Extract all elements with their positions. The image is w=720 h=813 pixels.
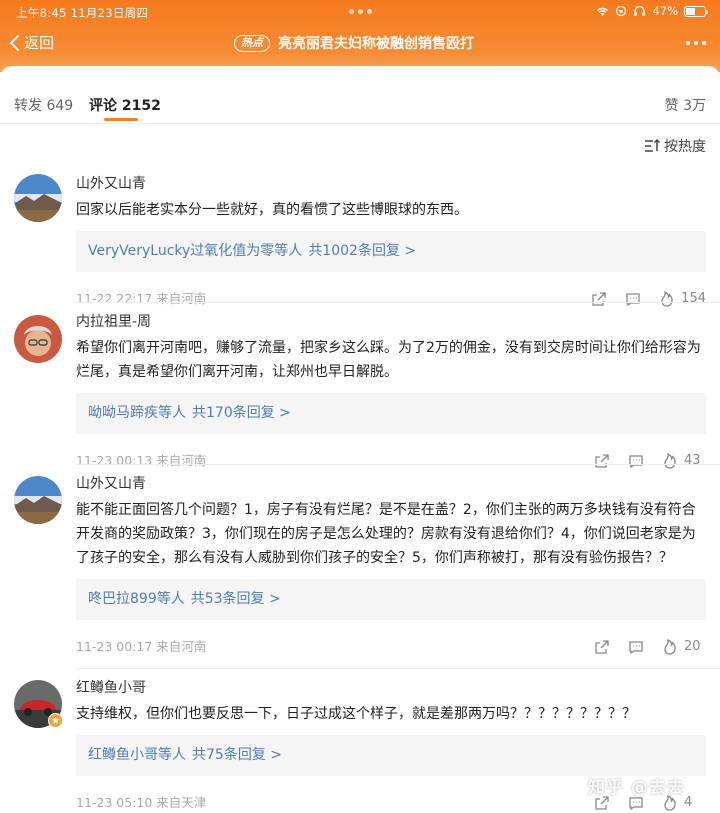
comment-icon bbox=[629, 455, 643, 469]
comment-time-location: 11-23 00:17 来自河南 bbox=[76, 639, 207, 654]
reply-summary[interactable]: VeryVeryLucky过氧化值为零等人 共1002条回复 > bbox=[76, 231, 706, 272]
reply-users: 呦呦马蹄疾等人 bbox=[88, 405, 186, 421]
comment-meta: 11-23 00:13 来自河南 43 bbox=[76, 451, 706, 471]
battery-icon bbox=[684, 5, 708, 17]
like-count: 20 bbox=[684, 639, 701, 654]
share-button[interactable] bbox=[594, 639, 610, 655]
comment-meta: 11-23 00:17 来自河南 20 bbox=[76, 637, 706, 657]
reply-count: 共53条回复 > bbox=[190, 591, 281, 607]
comment-username[interactable]: 红鳟鱼小哥 bbox=[76, 678, 706, 698]
title-text: 亮亮丽君夫妇称被融创销售殴打 bbox=[278, 36, 474, 52]
comment-username[interactable]: 山外又山青 bbox=[76, 174, 706, 194]
comment-icon bbox=[629, 641, 643, 655]
tab-repost[interactable]: 转发 649 bbox=[14, 95, 73, 115]
like-count: 154 bbox=[681, 291, 706, 306]
comment-time-location: 11-23 05:10 来自天津 bbox=[76, 795, 207, 810]
verified-badge-icon bbox=[48, 713, 63, 728]
more-dots-icon[interactable] bbox=[686, 41, 706, 45]
wifi-icon bbox=[597, 7, 609, 16]
orientation-lock-icon bbox=[616, 5, 627, 17]
navigation-bar: 返回 热点 亮亮丽君夫妇称被融创销售殴打 bbox=[0, 28, 720, 60]
avatar[interactable] bbox=[14, 174, 62, 222]
like-flame-icon bbox=[664, 453, 676, 469]
header-band: 上午8:45 11月23日周四 47% 返回 热点 亮亮丽君夫妇称被融创销售殴打 bbox=[0, 0, 720, 72]
like-count: 43 bbox=[684, 453, 701, 468]
share-icon bbox=[592, 292, 606, 306]
status-bar: 上午8:45 11月23日周四 47% bbox=[0, 0, 720, 24]
multitask-dots-icon[interactable] bbox=[349, 9, 372, 14]
sort-label: 按热度 bbox=[664, 139, 706, 155]
comment-icon bbox=[626, 293, 640, 307]
like-flame-icon bbox=[664, 639, 676, 655]
tab-comment[interactable]: 评论 2152 bbox=[89, 95, 161, 115]
reply-summary[interactable]: 咚巴拉899等人 共53条回复 > bbox=[76, 579, 706, 620]
sort-icon bbox=[645, 139, 660, 152]
watermark: 知乎 @去去 bbox=[588, 778, 685, 798]
hot-badge: 热点 bbox=[234, 34, 270, 52]
comment-time-location: 11-23 00:13 来自河南 bbox=[76, 453, 207, 468]
comment-divider bbox=[76, 668, 720, 669]
avatar[interactable] bbox=[14, 315, 62, 363]
comment-actions: 20 bbox=[594, 637, 706, 657]
like-count: 4 bbox=[684, 795, 693, 810]
headphones-icon bbox=[634, 5, 646, 16]
like-button[interactable]: 43 bbox=[662, 451, 706, 471]
comment-divider bbox=[76, 464, 720, 465]
reply-count: 共1002条回复 > bbox=[308, 243, 417, 259]
reply-summary[interactable]: 红鳟鱼小哥等人 共75条回复 > bbox=[76, 735, 706, 776]
back-chevron-icon bbox=[10, 34, 19, 51]
reply-count: 共170条回复 > bbox=[192, 405, 291, 421]
comment-username[interactable]: 内拉祖里-周 bbox=[76, 312, 706, 332]
like-button[interactable]: 154 bbox=[659, 289, 706, 309]
comment-card: 转发 649 评论 2152 赞 3万 按热度 山外又山青 回家以后能老实本分一… bbox=[0, 66, 720, 813]
comment-time-location: 11-22 22:17 来自河南 bbox=[76, 291, 207, 306]
share-button[interactable] bbox=[591, 291, 607, 307]
tab-bar: 转发 649 评论 2152 赞 3万 bbox=[0, 66, 720, 124]
comment-button[interactable] bbox=[628, 453, 644, 469]
reply-users: 咚巴拉899等人 bbox=[88, 591, 185, 607]
back-label: 返回 bbox=[24, 34, 55, 52]
share-button[interactable] bbox=[594, 453, 610, 469]
active-tab-indicator bbox=[104, 118, 138, 121]
comment-username[interactable]: 山外又山青 bbox=[76, 474, 706, 494]
tab-like[interactable]: 赞 3万 bbox=[665, 95, 706, 115]
comment-button[interactable] bbox=[628, 639, 644, 655]
like-button[interactable]: 20 bbox=[662, 637, 706, 657]
avatar[interactable] bbox=[14, 476, 62, 524]
comment-text: 能不能正面回答几个问题？1，房子有没有烂尾？是不是在盖？2，你们主张的两万多块钱… bbox=[76, 502, 696, 566]
like-flame-icon bbox=[661, 291, 673, 307]
comment-actions: 154 bbox=[591, 289, 706, 309]
back-button[interactable]: 返回 bbox=[8, 32, 54, 53]
status-time: 上午8:45 11月23日周四 bbox=[16, 6, 149, 20]
comment-actions: 43 bbox=[594, 451, 706, 471]
share-icon bbox=[595, 454, 609, 468]
comment-divider bbox=[76, 302, 720, 303]
comment-text: 支持维权，但你们也要反思一下，日子过成这个样子，就是差那两万吗？？？？？？？？？ bbox=[76, 706, 636, 722]
reply-summary[interactable]: 呦呦马蹄疾等人 共170条回复 > bbox=[76, 393, 706, 434]
reply-count: 共75条回复 > bbox=[192, 747, 282, 763]
sort-button[interactable]: 按热度 bbox=[644, 136, 706, 156]
comment-button[interactable] bbox=[625, 291, 641, 307]
reply-users: 红鳟鱼小哥等人 bbox=[88, 747, 186, 763]
page-title: 热点 亮亮丽君夫妇称被融创销售殴打 bbox=[234, 33, 474, 53]
status-right: 47% bbox=[596, 4, 708, 18]
share-icon bbox=[595, 640, 609, 654]
reply-users: VeryVeryLucky过氧化值为零等人 bbox=[88, 243, 303, 259]
battery-percent: 47% bbox=[652, 4, 678, 18]
comment-text: 希望你们离开河南吧，赚够了流量，把家乡这么踩。为了2万的佣金，没有到交房时间让你… bbox=[76, 340, 701, 380]
comment-text: 回家以后能老实本分一些就好，真的看惯了这些博眼球的东西。 bbox=[76, 202, 468, 218]
comment-meta: 11-22 22:17 来自河南 154 bbox=[76, 289, 706, 309]
